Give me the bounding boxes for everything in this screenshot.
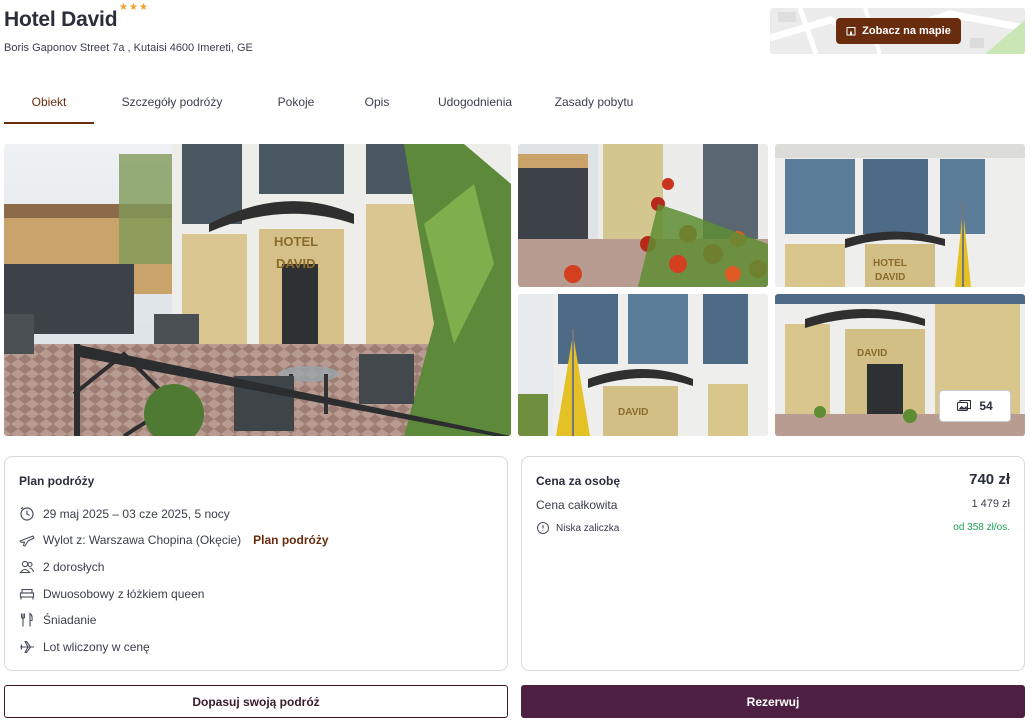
book-button[interactable]: Rezerwuj [521,685,1025,718]
gallery-photo-flowers[interactable] [518,144,768,287]
star-icon: ★ [138,2,148,13]
svg-text:DAVID: DAVID [276,256,315,271]
people-icon [19,560,35,574]
svg-text:DAVID: DAVID [875,272,905,283]
trip-dates: 29 maj 2025 – 03 cze 2025, 5 nocy [43,507,230,521]
hotel-entrance-image: HOTEL DAVID [4,144,511,436]
price-per-person-label: Cena za osobę [536,474,621,488]
see-on-map-label: Zobacz na mapie [862,25,951,37]
trip-plan-card: Plan podróży 29 maj 2025 – 03 cze 2025, … [4,456,508,671]
tab-udogodnienia[interactable]: Udogodnienia [412,82,538,124]
umbrella-image: DAVID [518,294,768,436]
svg-text:HOTEL: HOTEL [873,258,907,269]
price-card: Cena za osobę 740 zł Cena całkowita 1 47… [521,456,1025,671]
section-tabs: Obiekt Szczegóły podróży Pokoje Opis Udo… [4,82,650,124]
board-row: Śniadanie [19,612,96,628]
facade-image: HOTEL DAVID [775,144,1025,287]
flight-included-row: Lot wliczony w cenę [19,639,150,655]
plane-icon [20,640,34,654]
bed-icon [19,588,35,600]
calendar-clock-icon [20,507,34,521]
room-type: Dwuosobowy z łóżkiem queen [43,587,205,601]
customize-trip-button[interactable]: Dopasuj swoją podróż [4,685,508,718]
plane-departure-icon [19,535,35,547]
tab-opis[interactable]: Opis [342,82,412,124]
guests-row: 2 dorosłych [19,559,104,575]
gallery-photo-umbrella[interactable]: DAVID [518,294,768,436]
hotel-name: Hotel David [4,8,118,31]
tab-szczegoly-podrozy[interactable]: Szczegóły podróży [94,82,250,124]
room-row: Dwuosobowy z łóżkiem queen [19,586,204,602]
tab-obiekt[interactable]: Obiekt [4,82,94,124]
star-rating: ★ ★ ★ [119,3,148,13]
tab-zasady-pobytu[interactable]: Zasady pobytu [538,82,650,124]
see-on-map-button[interactable]: Zobacz na mapie [836,18,961,44]
total-price-label: Cena całkowita [536,498,618,512]
star-icon: ★ [119,2,128,13]
svg-text:DAVID: DAVID [857,348,887,359]
deposit-value: od 358 zł/os. [953,522,1010,533]
svg-text:DAVID: DAVID [618,407,648,418]
hotel-icon [846,27,856,36]
deposit-row: Niska zaliczka [536,521,619,535]
flight-row: Wylot z: Warszawa Chopina (Okęcie) Plan … [19,532,329,548]
flowers-image [518,144,768,287]
photos-icon [957,400,972,411]
total-price: 1 479 zł [971,498,1010,510]
photo-count: 54 [979,399,993,413]
photo-count-button[interactable]: 54 [939,390,1011,422]
deposit-info-icon [537,522,549,534]
board-type: Śniadanie [43,613,97,627]
flight-included: Lot wliczony w cenę [43,640,150,654]
guest-count: 2 dorosłych [43,560,105,574]
star-icon: ★ [128,2,138,13]
deposit-label: Niska zaliczka [556,522,620,534]
gallery-photo-facade[interactable]: HOTEL DAVID [775,144,1025,287]
trip-plan-link[interactable]: Plan podróży [253,533,328,547]
trip-plan-title: Plan podróży [19,474,95,488]
trip-dates-row: 29 maj 2025 – 03 cze 2025, 5 nocy [19,506,230,522]
flight-departure: Wylot z: Warszawa Chopina (Okęcie) [43,533,242,547]
main-hotel-photo[interactable]: HOTEL DAVID [4,144,511,436]
svg-text:HOTEL: HOTEL [274,234,318,249]
tab-pokoje[interactable]: Pokoje [250,82,342,124]
hotel-address: Boris Gaponov Street 7a , Kutaisi 4600 I… [4,42,253,54]
cutlery-icon [20,612,33,627]
price-per-person: 740 zł [969,471,1010,488]
